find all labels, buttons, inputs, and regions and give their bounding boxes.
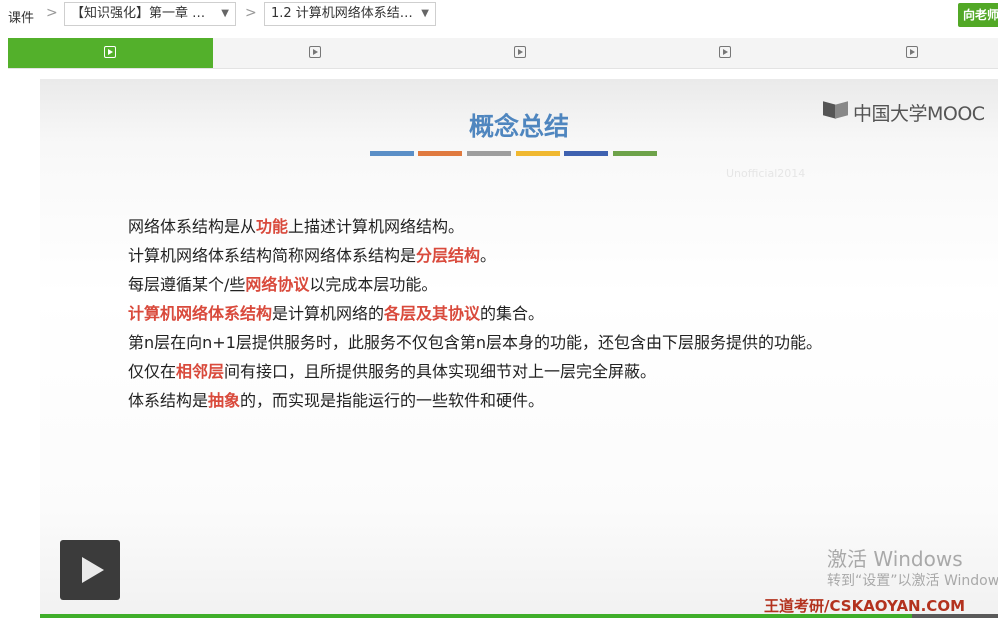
slide-text: 是计算机网络的 (272, 304, 385, 323)
slide-text: 体系结构是 (128, 391, 209, 410)
breadcrumb-courseware[interactable]: 课件 (8, 7, 34, 26)
slide-line: 计算机网络体系结构是计算机网络的各层及其协议的集合。 (128, 299, 822, 328)
section-select-value: 1.2 计算机网络体系结… (271, 6, 413, 21)
title-underline-decoration (370, 151, 660, 156)
breadcrumb-separator: > (46, 5, 58, 21)
slide-text: 以完成本层功能。 (309, 275, 438, 294)
slide-line: 计算机网络体系结构简称网络体系结构是分层结构。 (128, 241, 822, 270)
section-select[interactable]: 1.2 计算机网络体系结… ▼ (264, 2, 436, 26)
slide-line: 网络体系结构是从功能上描述计算机网络结构。 (128, 212, 822, 241)
chevron-down-icon: ▼ (221, 8, 229, 19)
slide-text: 。 (480, 246, 497, 265)
slide-text: 网络体系结构是从 (128, 217, 257, 236)
highlighted-term: 功能 (256, 217, 289, 236)
slide-text: 的，而实现是指能运行的一些软件和硬件。 (240, 391, 545, 410)
highlighted-term: 分层结构 (416, 246, 481, 265)
unit-tabs (8, 38, 998, 69)
video-player[interactable]: 概念总结 中国大学MOOC Unofficial2014 网络体系结构是从功能上… (40, 79, 998, 618)
tab-unit-1[interactable] (8, 38, 213, 68)
slide-text: 第n层在向n+1层提供服务时，此服务不仅包含第n层本身的功能，还包含由下层服务提… (128, 333, 823, 352)
breadcrumb-separator: > (245, 5, 257, 21)
mooc-logo-text: 中国大学MOOC (853, 103, 985, 125)
chapter-select-value: 【知识强化】第一章 … (71, 6, 206, 21)
slide-text: 每层遵循某个/些 (128, 275, 246, 294)
highlighted-term: 抽象 (208, 391, 241, 410)
highlighted-term: 各层及其协议 (384, 304, 481, 323)
deco-bar (467, 151, 511, 156)
deco-bar (613, 151, 657, 156)
wangdao-watermark: 王道考研/CSKAOYAN.COM (764, 597, 965, 615)
slide-text: 仅仅在 (128, 362, 177, 381)
faint-watermark: Unofficial2014 (726, 167, 806, 180)
video-icon (906, 46, 918, 58)
chapter-select[interactable]: 【知识强化】第一章 … ▼ (64, 2, 236, 26)
video-icon (103, 46, 116, 58)
highlighted-term: 相邻层 (176, 362, 225, 381)
video-icon (513, 46, 526, 58)
breadcrumb: 课件 > 【知识强化】第一章 … ▼ > 1.2 计算机网络体系结… ▼ 向老师 (0, 0, 998, 32)
slide-line: 体系结构是抽象的，而实现是指能运行的一些软件和硬件。 (128, 386, 822, 415)
slide-line: 每层遵循某个/些网络协议以完成本层功能。 (128, 270, 822, 299)
slide-text: 的集合。 (480, 304, 545, 323)
chevron-down-icon: ▼ (421, 8, 429, 19)
ask-teacher-button[interactable]: 向老师 (958, 3, 998, 27)
tab-unit-4[interactable] (623, 38, 828, 68)
slide-line: 仅仅在相邻层间有接口，且所提供服务的具体实现细节对上一层完全屏蔽。 (128, 357, 822, 386)
windows-activation-hint: 转到“设置”以激活 Windows。 (827, 573, 998, 589)
deco-bar (564, 151, 608, 156)
tab-unit-5[interactable] (828, 38, 998, 68)
highlighted-term: 网络协议 (245, 275, 310, 294)
deco-bar (370, 151, 414, 156)
slide-text: 计算机网络体系结构简称网络体系结构是 (128, 246, 417, 265)
video-icon (718, 46, 731, 58)
slide-text: 上描述计算机网络结构。 (288, 217, 465, 236)
progress-fill (40, 614, 912, 618)
mooc-logo-icon (823, 101, 851, 121)
deco-bar (516, 151, 560, 156)
tab-unit-3[interactable] (418, 38, 623, 68)
slide-content: 网络体系结构是从功能上描述计算机网络结构。 计算机网络体系结构简称网络体系结构是分… (128, 212, 822, 415)
slide-line: 第n层在向n+1层提供服务时，此服务不仅包含第n层本身的功能，还包含由下层服务提… (128, 328, 822, 357)
slide-text: 间有接口，且所提供服务的具体实现细节对上一层完全屏蔽。 (224, 362, 657, 381)
highlighted-term: 计算机网络体系结构 (128, 304, 273, 323)
windows-activation-watermark: 激活 Windows (827, 547, 963, 571)
progress-bar[interactable] (40, 614, 998, 618)
deco-bar (418, 151, 462, 156)
tab-unit-2[interactable] (213, 38, 418, 68)
video-icon (308, 46, 321, 58)
play-icon[interactable] (60, 540, 120, 600)
